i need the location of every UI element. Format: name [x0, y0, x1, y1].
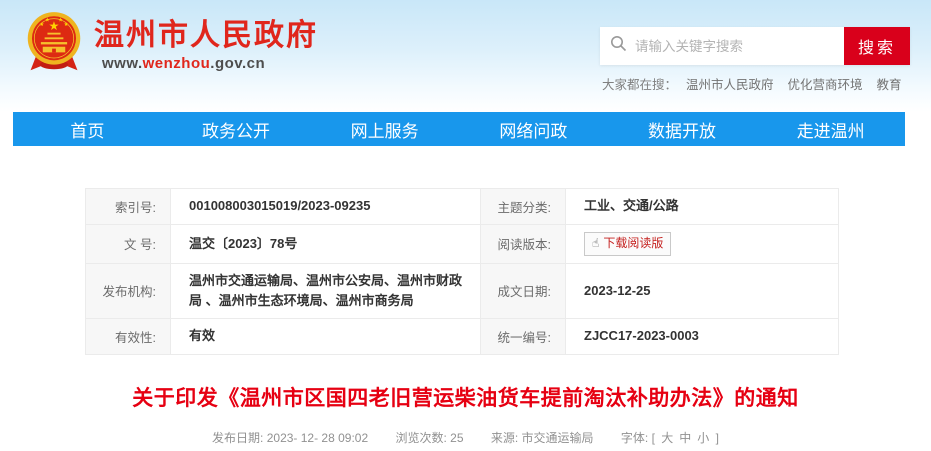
doc-info-table: 索引号: 001008003015019/2023-09235 主题分类: 工业…: [85, 188, 839, 355]
issuing-agency-value: 温州市交通运输局、温州市公安局、温州市财政局 、温州市生态环境局、温州市商务局: [171, 263, 481, 318]
table-row: 文 号: 温交〔2023〕78号 阅读版本: ☝ 下载阅读版: [86, 225, 839, 264]
table-row: 有效性: 有效 统一编号: ZJCC17-2023-0003: [86, 318, 839, 354]
site-logo[interactable]: ★ ★ ★ ★ ★ 温州市人民政府 www.wenzhou.gov.cn: [24, 10, 318, 81]
view-count-value: 25: [450, 431, 463, 445]
hot-search: 大家都在搜： 温州市人民政府优化营商环境教育: [602, 74, 902, 93]
publish-date-value: 2023- 12- 28 09:02: [267, 431, 368, 445]
validity-label: 有效性:: [86, 318, 171, 354]
site-header: ★ ★ ★ ★ ★ 温州市人民政府 www.wenzhou.gov.cn: [0, 0, 931, 112]
site-url-suffix: .gov.cn: [210, 55, 265, 72]
font-bracket-open: [: [652, 431, 659, 445]
publish-date-label: 发布日期:: [212, 431, 267, 445]
site-url: www.wenzhou.gov.cn: [102, 55, 318, 72]
svg-text:★: ★: [64, 21, 69, 28]
unified-number-value: ZJCC17-2023-0003: [566, 318, 839, 354]
main-nav: 首页 政务公开 网上服务 网络问政 数据开放 走进温州: [13, 112, 905, 146]
reading-version-label: 阅读版本:: [481, 225, 566, 264]
svg-text:★: ★: [39, 21, 44, 28]
article-title: 关于印发《温州市区国四老旧营运柴油货车提前淘汰补助办法》的通知: [0, 382, 931, 412]
view-count: 浏览次数: 25: [395, 431, 463, 445]
site-url-prefix: www.: [102, 55, 143, 72]
search-box: [600, 27, 844, 65]
source-label: 来源:: [491, 431, 522, 445]
publish-date: 发布日期: 2023- 12- 28 09:02: [212, 431, 368, 445]
hot-search-item-1[interactable]: 温州市人民政府: [686, 78, 774, 92]
index-number-label: 索引号:: [86, 189, 171, 225]
reading-version-cell: ☝ 下载阅读版: [566, 225, 839, 264]
search-button[interactable]: 搜索: [844, 27, 910, 65]
article-meta: 发布日期: 2023- 12- 28 09:02 浏览次数: 25 来源: 市交…: [0, 429, 931, 446]
search-bar: 搜索: [600, 27, 910, 65]
font-bracket-close: ]: [712, 431, 719, 445]
source: 来源: 市交通运输局: [491, 431, 594, 445]
topic-category-label: 主题分类:: [481, 189, 566, 225]
site-title: 温州市人民政府: [94, 19, 318, 52]
hand-cursor-icon: ☝: [592, 236, 599, 250]
font-size-small[interactable]: 小: [697, 431, 709, 445]
svg-text:★: ★: [45, 16, 50, 23]
search-icon: [610, 35, 635, 57]
table-row: 发布机构: 温州市交通运输局、温州市公安局、温州市财政局 、温州市生态环境局、温…: [86, 263, 839, 318]
issue-date-label: 成文日期:: [481, 263, 566, 318]
nav-item-gov-affairs[interactable]: 政务公开: [162, 112, 311, 146]
font-size-label: 字体:: [621, 431, 652, 445]
issue-date-value: 2023-12-25: [566, 263, 839, 318]
nav-item-open-data[interactable]: 数据开放: [608, 112, 757, 146]
hot-search-label: 大家都在搜：: [602, 78, 677, 92]
nav-item-about-wenzhou[interactable]: 走进温州: [756, 112, 905, 146]
issuing-agency-label: 发布机构:: [86, 263, 171, 318]
table-row: 索引号: 001008003015019/2023-09235 主题分类: 工业…: [86, 189, 839, 225]
doc-number-label: 文 号:: [86, 225, 171, 264]
validity-value: 有效: [171, 318, 481, 354]
svg-text:★: ★: [58, 16, 63, 23]
view-count-label: 浏览次数:: [395, 431, 450, 445]
source-value: 市交通运输局: [522, 431, 594, 445]
hot-search-item-3[interactable]: 教育: [877, 78, 902, 92]
download-reading-version-button[interactable]: ☝ 下载阅读版: [584, 232, 671, 256]
nav-item-online-politics[interactable]: 网络问政: [459, 112, 608, 146]
hot-search-item-2[interactable]: 优化营商环境: [788, 78, 863, 92]
font-size-large[interactable]: 大: [661, 431, 673, 445]
nav-item-home[interactable]: 首页: [13, 112, 162, 146]
doc-number-value: 温交〔2023〕78号: [171, 225, 481, 264]
index-number-value: 001008003015019/2023-09235: [171, 189, 481, 225]
font-size-medium[interactable]: 中: [679, 431, 691, 445]
unified-number-label: 统一编号:: [481, 318, 566, 354]
site-url-domain: wenzhou: [143, 55, 211, 72]
search-input[interactable]: [635, 39, 834, 54]
national-emblem-icon: ★ ★ ★ ★ ★: [24, 10, 84, 81]
nav-item-online-services[interactable]: 网上服务: [310, 112, 459, 146]
download-reading-version-label: 下载阅读版: [603, 236, 663, 250]
topic-category-value: 工业、交通/公路: [566, 189, 839, 225]
font-size-control: 字体: [ 大中小 ]: [621, 431, 719, 445]
